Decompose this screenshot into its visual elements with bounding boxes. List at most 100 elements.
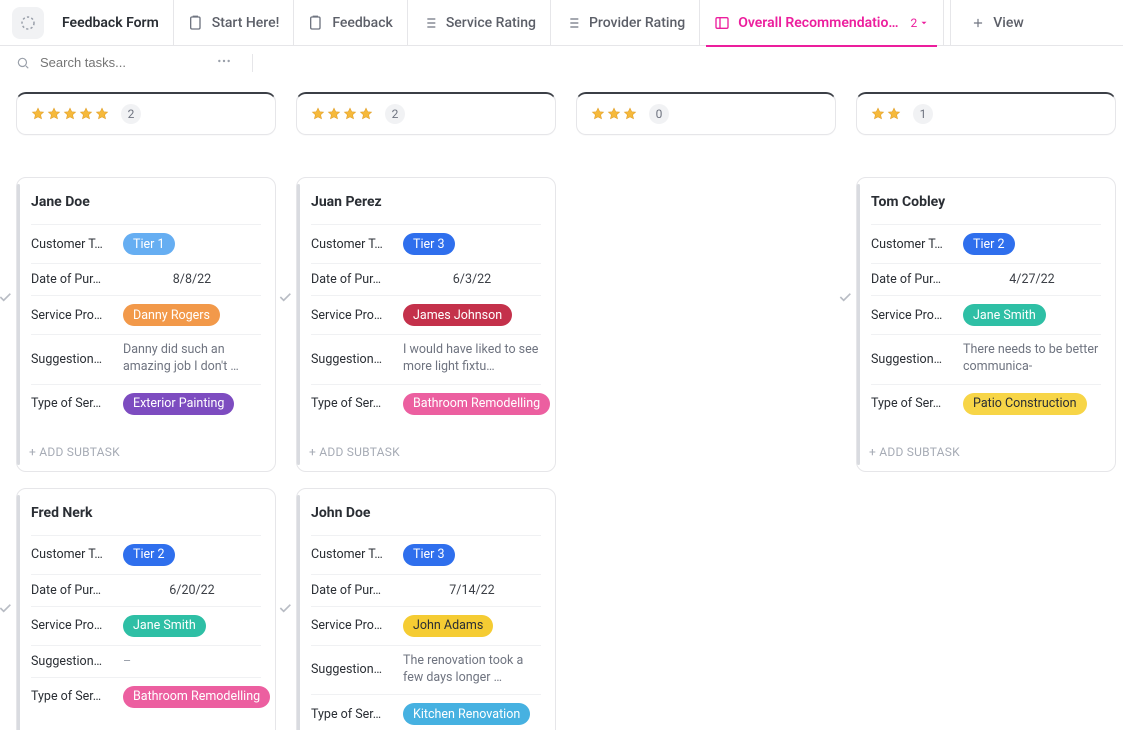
column-count: 1 (913, 104, 933, 124)
more-menu[interactable] (216, 53, 232, 73)
tab-start-here[interactable]: Start Here! (174, 0, 295, 46)
complete-check-icon[interactable] (277, 600, 293, 620)
field-label: Date of Pur… (871, 272, 953, 287)
complete-check-icon[interactable] (277, 289, 293, 309)
view-label: View (993, 15, 1024, 31)
rating-stars (871, 107, 901, 121)
tab-label: Overall Recommendatio… (738, 15, 898, 31)
add-subtask-button[interactable]: + ADD SUBTASK (17, 435, 275, 471)
tab-service-rating[interactable]: Service Rating (408, 0, 551, 46)
provider-chip: Jane Smith (123, 615, 206, 637)
app-title: Feedback Form (62, 15, 159, 31)
sub-toolbar (0, 46, 1123, 80)
tab-feedback[interactable]: Feedback (294, 0, 407, 46)
field-label: Type of Ser… (31, 689, 113, 704)
field-label: Service Pro… (871, 308, 953, 323)
complete-check-icon[interactable] (837, 289, 853, 309)
form-icon (188, 15, 204, 31)
plus-icon (971, 16, 985, 30)
field-label: Customer T… (31, 547, 113, 562)
task-card[interactable]: Jane Doe Customer T…Tier 1 Date of Pur…8… (16, 177, 276, 472)
field-label: Service Pro… (311, 618, 393, 633)
column-header[interactable]: 2 (16, 92, 276, 135)
field-label: Suggestion… (871, 352, 953, 367)
board-icon (714, 15, 730, 31)
task-card[interactable]: Tom Cobley Customer T… Tier 2 Date of Pur… (856, 177, 1116, 472)
board-column: 2 Jane Doe Customer T… Tier 1 Date of Pur… (16, 92, 276, 730)
field-label: Customer T… (871, 237, 953, 252)
field-label: Customer T… (31, 237, 113, 252)
provider-chip: John Adams (403, 615, 493, 637)
date-value: 6/3/22 (403, 272, 541, 287)
field-label: Suggestion… (31, 352, 113, 367)
board: 2 Jane Doe Customer T… Tier 1 Date of Pur… (0, 80, 1123, 730)
date-value: 4/27/22 (963, 272, 1101, 287)
date-value: 6/20/22 (123, 583, 261, 598)
column-count: 0 (649, 104, 669, 124)
suggestions-value: There needs to be better communica- (963, 343, 1101, 376)
suggestions-value: I would have liked to see more light fix… (403, 343, 541, 376)
suggestions-value: The renovation took a few days longer … (403, 654, 541, 687)
field-label: Date of Pur… (311, 272, 393, 287)
column-header[interactable]: 2 (296, 92, 556, 135)
tier-chip: Tier 3 (403, 233, 455, 255)
task-card[interactable]: Juan Perez Customer T… Tier 3 Date of Pur… (296, 177, 556, 472)
field-label: Suggestion… (311, 352, 393, 367)
rating-stars (591, 107, 637, 121)
field-label: Customer T… (311, 237, 393, 252)
rating-stars (31, 107, 109, 121)
complete-check-icon[interactable] (0, 289, 13, 309)
suggestions-value: Danny did such an amazing job I don't … (123, 343, 261, 376)
service-chip: Patio Construction (963, 393, 1087, 415)
field-label: Date of Pur… (31, 272, 113, 287)
column-count: 2 (121, 104, 141, 124)
card-title: Jane Doe (31, 194, 261, 210)
column-header[interactable]: 0 (576, 92, 836, 135)
rating-stars (311, 107, 373, 121)
search-icon (16, 56, 30, 70)
tab-label: Feedback (332, 15, 392, 31)
add-subtask-button[interactable]: + ADD SUBTASK (857, 435, 1115, 471)
field-label: Type of Ser… (311, 707, 393, 722)
search-input[interactable] (38, 54, 198, 71)
add-subtask-button[interactable]: + ADD SUBTASK (297, 435, 555, 471)
board-column: 2 Juan Perez Customer T… Tier 3 Date of P… (296, 92, 556, 730)
tab-overall-recommendation[interactable]: Overall Recommendatio… 2 (700, 0, 944, 46)
card-title: John Doe (311, 505, 541, 521)
card-title: Fred Nerk (31, 505, 261, 521)
form-icon (308, 15, 324, 31)
field-label: Type of Ser… (311, 396, 393, 411)
suggestions-value: – (123, 654, 131, 669)
service-chip: Bathroom Remodelling (403, 393, 550, 415)
tier-chip: Tier 2 (963, 233, 1015, 255)
tab-label: Provider Rating (589, 15, 685, 31)
card-title: Tom Cobley (871, 194, 1101, 210)
complete-check-icon[interactable] (0, 600, 13, 620)
field-label: Suggestion… (311, 662, 393, 677)
view-button[interactable]: View (957, 0, 1038, 46)
top-tabs: Feedback Form Start Here! Feedback Servi… (0, 0, 1123, 46)
task-card[interactable]: John Doe Customer T…Tier 3 Date of Pur…7… (296, 488, 556, 730)
tier-chip: Tier 3 (403, 544, 455, 566)
date-value: 7/14/22 (403, 583, 541, 598)
list-icon (422, 15, 438, 31)
tab-provider-rating[interactable]: Provider Rating (551, 0, 700, 46)
search-box[interactable] (16, 54, 198, 71)
column-header[interactable]: 1 (856, 92, 1116, 135)
tab-count: 2 (911, 16, 930, 30)
field-label: Service Pro… (31, 308, 113, 323)
field-label: Type of Ser… (871, 396, 953, 411)
service-chip: Exterior Painting (123, 393, 234, 415)
task-card[interactable]: Fred Nerk Customer T…Tier 2 Date of Pur…… (16, 488, 276, 730)
caret-down-icon (919, 18, 929, 28)
app-title-tab[interactable]: Feedback Form (12, 0, 174, 46)
ellipsis-icon (216, 53, 232, 69)
tier-chip: Tier 1 (123, 233, 175, 255)
tier-chip: Tier 2 (123, 544, 175, 566)
field-label: Customer T… (311, 547, 393, 562)
board-column: 1 Tom Cobley Customer T… Tier 2 Date of P… (856, 92, 1116, 472)
card-title: Juan Perez (311, 194, 541, 210)
provider-chip: Danny Rogers (123, 304, 220, 326)
service-chip: Kitchen Renovation (403, 703, 530, 725)
provider-chip: James Johnson (403, 304, 512, 326)
